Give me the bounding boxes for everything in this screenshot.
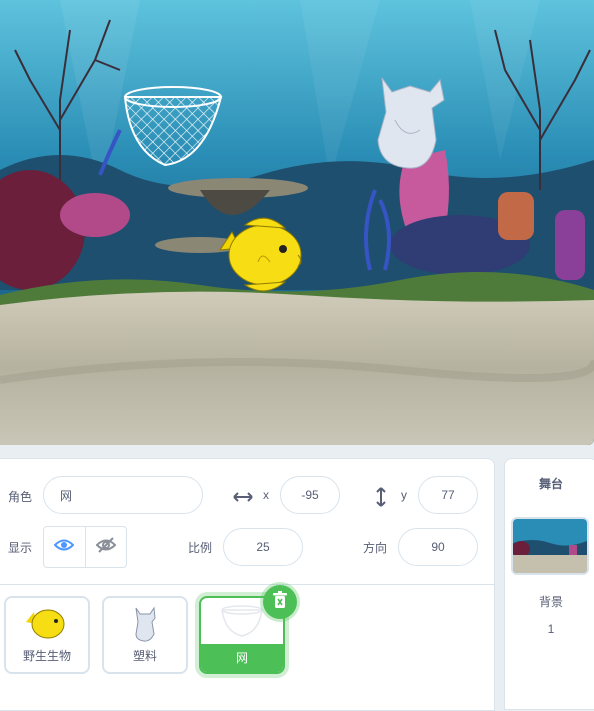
stage-pane[interactable]: 舞台 背景 1 [504,458,594,710]
x-label: x [263,488,269,502]
eye-off-icon [95,536,117,558]
trash-icon [272,590,288,614]
visibility-toggle-group [43,526,127,568]
stage-title: 舞台 [538,477,563,491]
x-position-input[interactable]: -95 [280,476,340,514]
size-label: 比例 [188,541,213,555]
backdrop-label: 背景 [538,595,563,609]
backdrop-thumbnail[interactable] [511,517,589,575]
direction-label: 方向 [363,541,388,555]
sprite-tile-wildlife[interactable]: 野生生物 [4,596,90,674]
y-label: y [401,488,407,502]
delete-sprite-button[interactable] [263,585,297,619]
backdrop-count: 1 [547,622,555,636]
yellow-fish-icon [6,604,88,646]
vertical-arrow-icon [374,486,388,513]
show-label: 显示 [8,541,33,555]
sprite-tile-label: 网 [201,644,283,672]
sprite-tile-label: 野生生物 [22,649,71,663]
sprite-name-label: 角色 [8,490,33,504]
y-position-input[interactable]: 77 [418,476,478,514]
horizontal-arrow-icon [232,490,254,509]
sprite-tile-label: 塑料 [132,649,157,663]
direction-input[interactable]: 90 [398,528,478,566]
sprite-name-input[interactable]: 网 [43,476,203,514]
size-input[interactable]: 25 [223,528,303,566]
sprite-tile-plastic[interactable]: 塑料 [102,596,188,674]
show-button[interactable] [44,527,85,567]
plastic-bag-icon [104,604,186,646]
eye-icon [53,538,75,557]
hide-button[interactable] [84,527,127,567]
stage-canvas[interactable] [0,0,594,445]
